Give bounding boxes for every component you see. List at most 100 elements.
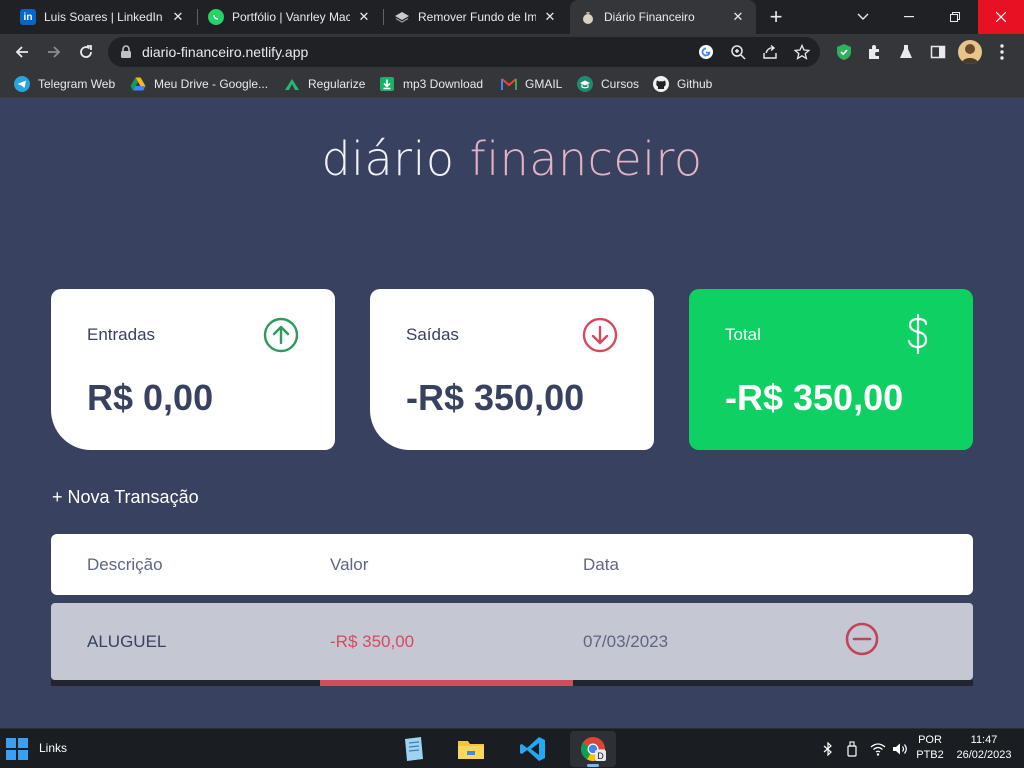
google-icon[interactable] bbox=[698, 44, 714, 60]
shield-icon[interactable] bbox=[834, 42, 854, 62]
bookmark-label: Github bbox=[677, 77, 713, 91]
notepad-icon bbox=[405, 737, 423, 761]
bookmark-label: GMAIL bbox=[525, 77, 563, 91]
new-tab-button[interactable]: + bbox=[762, 3, 790, 31]
column-header-value: Valor bbox=[330, 555, 369, 574]
bluetooth-icon[interactable] bbox=[820, 741, 836, 757]
close-icon bbox=[996, 12, 1006, 22]
chrome-icon: D bbox=[580, 737, 606, 762]
table-header: Descrição Valor Data bbox=[51, 534, 973, 595]
brand-word-2: financeiro bbox=[469, 132, 703, 186]
chevron-down-icon bbox=[857, 13, 869, 20]
arrow-down-circle-icon bbox=[582, 317, 618, 353]
usb-drive-icon[interactable] bbox=[844, 741, 860, 757]
taskbar-notepad-app[interactable] bbox=[390, 731, 436, 767]
tab-remove-background[interactable]: Remover Fundo de Ima ✕ bbox=[384, 0, 568, 34]
keyboard-layout: PTB2 bbox=[916, 749, 944, 761]
bookmark-label: Cursos bbox=[601, 77, 640, 91]
svg-text:D: D bbox=[597, 751, 604, 761]
minus-circle-icon[interactable] bbox=[845, 622, 879, 656]
address-bar[interactable]: diario-financeiro.netlify.app bbox=[108, 37, 820, 67]
column-header-date: Data bbox=[583, 555, 619, 574]
transactions-table: Descrição Valor Data ALUGUEL -R$ 350,00 … bbox=[51, 534, 973, 680]
browser-toolbar: diario-financeiro.netlify.app bbox=[0, 34, 1024, 70]
github-icon bbox=[653, 76, 669, 92]
bookmark-label: mp3 Download bbox=[403, 77, 484, 91]
close-icon[interactable]: ✕ bbox=[170, 9, 186, 25]
tab-title: Remover Fundo de Ima bbox=[418, 10, 536, 24]
bookmark-telegram[interactable]: Telegram Web bbox=[14, 76, 115, 92]
minimize-icon bbox=[904, 16, 914, 18]
zoom-icon[interactable] bbox=[730, 44, 746, 60]
restore-button[interactable] bbox=[932, 0, 978, 34]
side-panel-icon[interactable] bbox=[928, 42, 948, 62]
tab-linkedin[interactable]: in Luis Soares | LinkedIn ✕ bbox=[10, 0, 196, 34]
wifi-icon[interactable] bbox=[870, 741, 886, 757]
new-transaction-link[interactable]: + Nova Transação bbox=[52, 487, 199, 508]
total-label: Total bbox=[725, 325, 761, 344]
extensions-icon[interactable] bbox=[864, 42, 884, 62]
flask-icon[interactable] bbox=[896, 42, 916, 62]
clock-time: 11:47 bbox=[970, 734, 998, 746]
input-language-indicator[interactable]: POR PTB2 bbox=[914, 733, 946, 763]
lock-icon bbox=[121, 45, 131, 58]
income-amount: R$ 0,00 bbox=[87, 377, 214, 418]
tab-portfolio[interactable]: Portfólio | Vanrley Mace ✕ bbox=[198, 0, 382, 34]
income-label: Entradas bbox=[87, 325, 156, 344]
tab-diario-financeiro[interactable]: Diário Financeiro ✕ bbox=[570, 0, 756, 34]
menu-kebab-icon[interactable] bbox=[992, 42, 1012, 62]
avatar[interactable] bbox=[958, 40, 982, 64]
arrow-left-icon bbox=[15, 46, 28, 58]
close-icon[interactable]: ✕ bbox=[542, 9, 558, 25]
download-icon bbox=[379, 76, 395, 92]
arrow-right-icon bbox=[48, 46, 61, 58]
regularize-icon bbox=[284, 76, 300, 92]
reload-button[interactable] bbox=[72, 38, 100, 66]
close-window-button[interactable] bbox=[978, 0, 1024, 34]
active-app-indicator bbox=[587, 764, 599, 767]
total-amount: -R$ 350,00 bbox=[725, 377, 904, 418]
windows-start-icon[interactable] bbox=[6, 738, 28, 760]
row-value: -R$ 350,00 bbox=[330, 632, 415, 651]
bookmarks-bar: Telegram Web Meu Drive - Google... Regul… bbox=[0, 70, 1024, 98]
close-icon[interactable]: ✕ bbox=[356, 9, 372, 25]
clock[interactable]: 11:47 26/02/2023 bbox=[952, 733, 1016, 763]
tab-title: Diário Financeiro bbox=[604, 10, 695, 24]
arrow-up-circle-icon bbox=[263, 317, 299, 353]
linkedin-icon: in bbox=[20, 9, 36, 25]
minimize-button[interactable] bbox=[886, 0, 932, 34]
folder-icon bbox=[458, 741, 484, 759]
tab-search-button[interactable] bbox=[840, 0, 886, 34]
taskbar-chrome-app[interactable]: D bbox=[570, 731, 616, 767]
bookmark-label: Regularize bbox=[308, 77, 366, 91]
google-drive-icon bbox=[130, 76, 146, 92]
bookmark-star-icon[interactable] bbox=[794, 44, 810, 60]
dollar-sign-icon bbox=[907, 313, 928, 355]
bookmark-github[interactable]: Github bbox=[653, 76, 712, 92]
bookmark-label: Meu Drive - Google... bbox=[154, 77, 269, 91]
telegram-icon bbox=[14, 76, 30, 92]
expense-card: Saídas -R$ 350,00 bbox=[370, 289, 654, 450]
forward-button[interactable] bbox=[40, 38, 68, 66]
back-button[interactable] bbox=[8, 38, 36, 66]
close-icon[interactable]: ✕ bbox=[730, 9, 746, 25]
volume-icon[interactable] bbox=[892, 741, 908, 757]
bookmark-google-drive[interactable]: Meu Drive - Google... bbox=[130, 76, 268, 92]
row-date: 07/03/2023 bbox=[583, 632, 669, 651]
bookmark-label: Telegram Web bbox=[38, 77, 116, 91]
horizontal-scrollbar[interactable] bbox=[51, 680, 973, 686]
bookmark-mp3-download[interactable]: mp3 Download bbox=[379, 76, 483, 92]
bookmark-cursos[interactable]: Cursos bbox=[577, 76, 639, 92]
taskbar-vscode-app[interactable] bbox=[510, 731, 556, 767]
bookmark-gmail[interactable]: GMAIL bbox=[501, 76, 562, 92]
reload-icon bbox=[80, 45, 92, 58]
scrollbar-thumb[interactable] bbox=[320, 680, 573, 686]
links-toolbar-label[interactable]: Links bbox=[39, 741, 67, 755]
income-card: Entradas R$ 0,00 bbox=[51, 289, 335, 450]
browser-tab-strip: in Luis Soares | LinkedIn ✕ Portfólio | … bbox=[0, 0, 1024, 34]
money-bag-icon bbox=[580, 9, 596, 25]
bookmark-regularize[interactable]: Regularize bbox=[284, 76, 365, 92]
share-icon[interactable] bbox=[762, 44, 778, 60]
vscode-icon bbox=[520, 737, 545, 761]
taskbar-file-explorer-app[interactable] bbox=[448, 731, 494, 767]
